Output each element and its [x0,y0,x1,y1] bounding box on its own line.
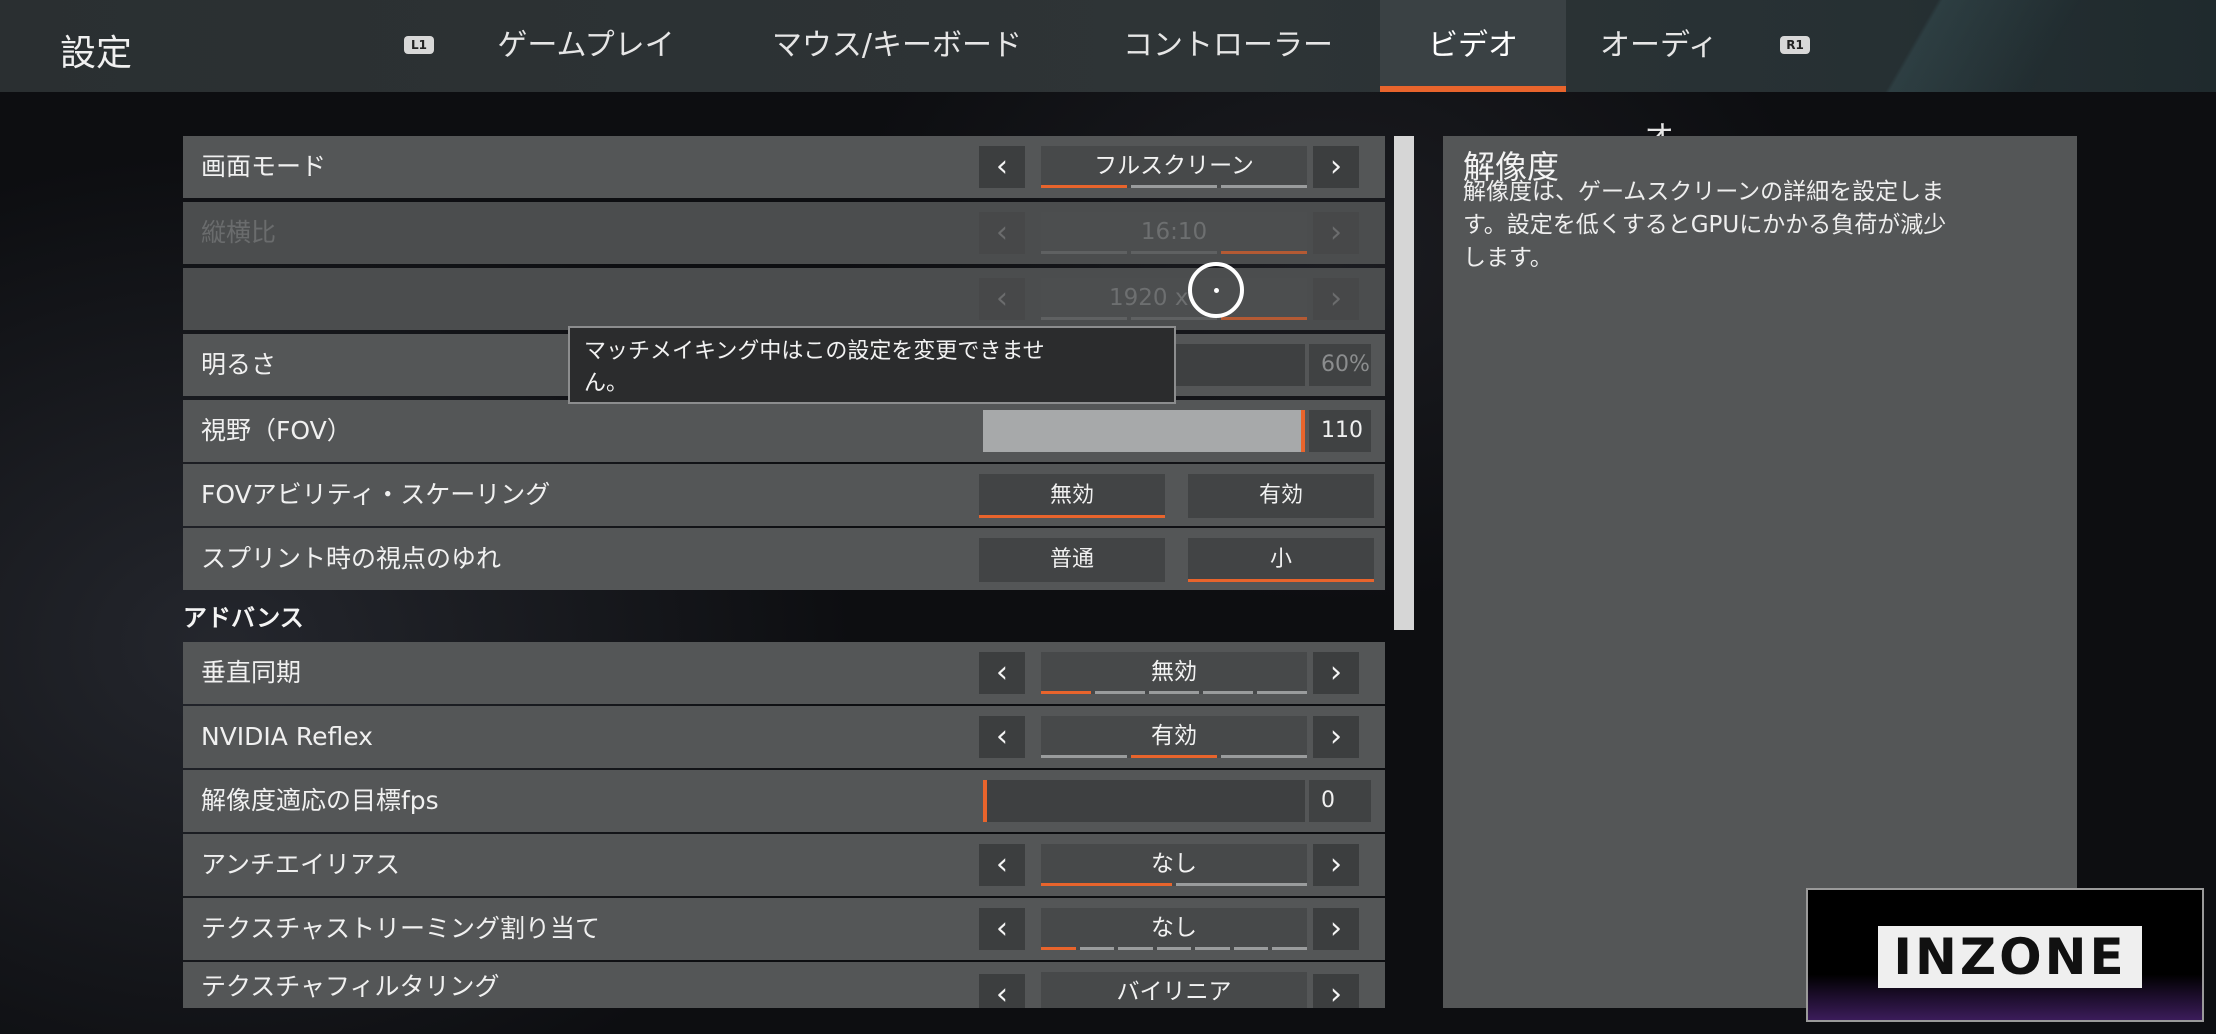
chevron-right-icon[interactable]: › [1313,974,1359,1008]
tooltip-line: マッチメイキング中はこの設定を変更できませ [584,339,1045,364]
slider-handle[interactable] [1301,410,1305,452]
setting-label: 縦横比 [201,218,277,247]
inzone-logo: INZONE [1806,888,2204,1022]
description-line: します。 [1463,245,1553,271]
sprint-shake-small-button[interactable]: 小 [1188,538,1374,582]
option-value-text: なし [1151,851,1197,877]
cursor-icon [1188,262,1244,318]
tab-gameplay[interactable]: ゲームプレイ [470,0,702,92]
setting-row-adaptive-fps: 解像度適応の目標fps 0 [183,770,1385,832]
option-value: 1920 x [1041,278,1307,320]
setting-label: 画面モード [201,152,327,181]
option-value-text: 16:10 [1140,219,1208,245]
chevron-right-icon[interactable]: › [1313,908,1359,950]
option-segments [1041,691,1307,694]
logo-text: INZONE [1878,926,2142,988]
adaptive-fps-slider[interactable] [983,780,1305,822]
description-body: 解像度は、ゲームスクリーンの詳細を設定しま す。設定を低くするとGPUにかかる負… [1463,176,2063,275]
tab-audio[interactable]: オーディオ [1586,0,1732,155]
option-segments [1041,251,1307,254]
l1-bumper-badge: L1 [404,36,434,54]
setting-row-sprint-shake: スプリント時の視点のゆれ 普通 小 [183,528,1385,590]
chevron-left-icon[interactable]: ‹ [979,652,1025,694]
tab-video[interactable]: ビデオ [1380,0,1566,92]
setting-row-fov: 視野（FOV） 110 [183,400,1385,462]
adaptive-fps-value: 0 [1309,780,1371,822]
option-value-text: 無効 [1151,659,1197,685]
setting-label: テクスチャストリーミング割り当て [201,914,601,943]
option-value: なし [1041,844,1307,886]
option-value-text: 有効 [1151,723,1197,749]
option-value-text: バイリニア [1116,979,1232,1005]
sprint-shake-normal-button[interactable]: 普通 [979,538,1165,582]
option-value: なし [1041,908,1308,950]
option-value-text: 1920 x [1109,285,1189,311]
option-segments [1041,185,1307,188]
tab-controller[interactable]: コントローラー [1108,0,1348,92]
chevron-left-icon[interactable]: ‹ [979,844,1025,886]
option-value: 有効 [1041,716,1307,758]
slider-handle[interactable] [983,780,987,822]
r1-bumper-badge: R1 [1780,36,1810,54]
chevron-right-icon[interactable]: › [1313,146,1359,188]
setting-row-display-mode: 画面モード ‹ フルスクリーン › [183,136,1385,198]
scrollbar-thumb[interactable] [1394,136,1414,630]
setting-label: 解像度適応の目標fps [201,786,439,815]
setting-label: 垂直同期 [201,658,302,687]
chevron-right-icon[interactable]: › [1313,844,1359,886]
option-value-text: なし [1151,915,1197,941]
chevron-left-icon[interactable]: ‹ [979,146,1025,188]
brightness-value: 60% [1309,344,1371,386]
setting-row-fov-scaling: FOVアビリティ・スケーリング 無効 有効 [183,464,1385,526]
setting-label: 明るさ [201,350,277,379]
fov-value: 110 [1309,410,1371,452]
option-segments [1041,883,1307,886]
slider-fill [983,410,1303,452]
setting-row-anti-aliasing: アンチエイリアス ‹ なし › [183,834,1385,896]
chevron-left-icon[interactable]: ‹ [979,974,1025,1008]
chevron-left-icon[interactable]: ‹ [979,278,1025,320]
setting-row-nvidia-reflex: NVIDIA Reflex ‹ 有効 › [183,706,1385,768]
setting-label: 視野（FOV） [201,416,352,445]
setting-label: アンチエイリアス [201,850,401,879]
tooltip-line: ん。 [584,371,629,396]
fov-slider[interactable] [983,410,1305,452]
top-nav-bar: 設定 L1 ゲームプレイ マウス/キーボード コントローラー ビデオ オーディオ… [0,0,2216,155]
option-value: バイリニア [1041,972,1307,1008]
option-segments [1041,947,1308,950]
option-value-text: フルスクリーン [1094,153,1254,179]
option-value: フルスクリーン [1041,146,1307,188]
option-segments [1041,317,1307,320]
chevron-left-icon[interactable]: ‹ [979,716,1025,758]
tab-mouse-keyboard[interactable]: マウス/キーボード [740,0,1054,92]
option-segments [1041,755,1307,758]
fov-scaling-off-button[interactable]: 無効 [979,474,1165,518]
chevron-right-icon[interactable]: › [1313,212,1359,254]
setting-label: FOVアビリティ・スケーリング [201,480,551,509]
chevron-left-icon[interactable]: ‹ [979,908,1025,950]
tooltip: マッチメイキング中はこの設定を変更できませ ん。 [568,326,1176,404]
description-panel: 解像度 解像度は、ゲームスクリーンの詳細を設定しま す。設定を低くするとGPUに… [1443,136,2077,1008]
setting-label: テクスチャフィルタリング [201,972,500,1001]
chevron-right-icon[interactable]: › [1313,652,1359,694]
setting-label: NVIDIA Reflex [201,722,373,751]
chevron-right-icon[interactable]: › [1313,716,1359,758]
description-line: す。設定を低くするとGPUにかかる負荷が減少 [1463,212,1947,238]
setting-row-texture-filtering: テクスチャフィルタリング ‹ バイリニア › [183,962,1385,1008]
section-header-advanced: アドバンス [183,604,304,632]
option-value: 無効 [1041,652,1307,694]
setting-row-vsync: 垂直同期 ‹ 無効 › [183,642,1385,704]
fov-scaling-on-button[interactable]: 有効 [1188,474,1374,518]
page-title: 設定 [60,33,133,74]
setting-row-aspect-ratio: 縦横比 ‹ 16:10 › [183,202,1385,264]
description-line: 解像度は、ゲームスクリーンの詳細を設定しま [1463,179,1945,205]
setting-label: スプリント時の視点のゆれ [201,544,502,573]
option-value: 16:10 [1041,212,1307,254]
chevron-left-icon[interactable]: ‹ [979,212,1025,254]
setting-row-texture-streaming: テクスチャストリーミング割り当て ‹ なし › [183,898,1385,960]
chevron-right-icon[interactable]: › [1313,278,1359,320]
